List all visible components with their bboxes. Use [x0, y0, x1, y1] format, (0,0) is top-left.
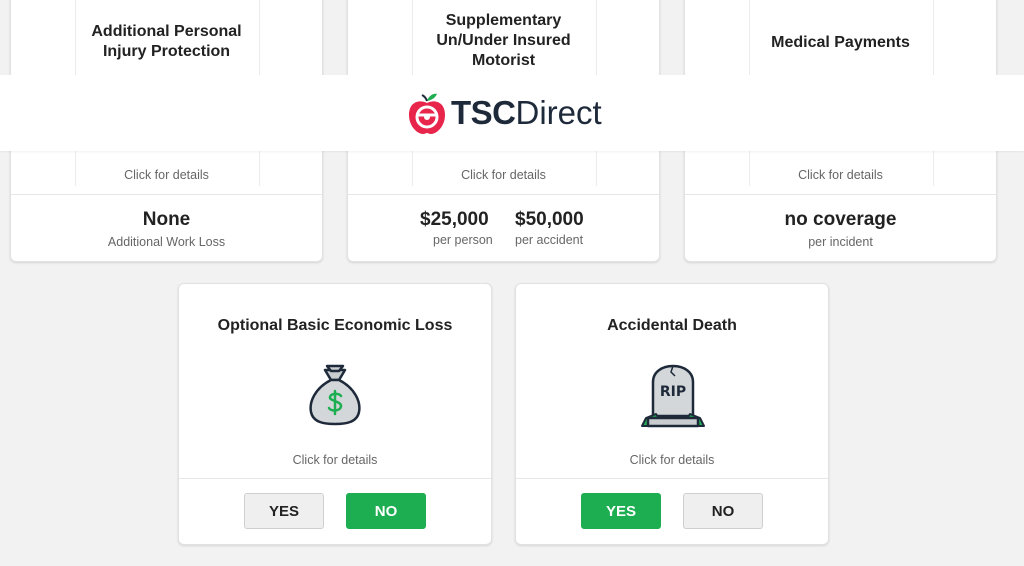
- per-person-limit: $25,000 per person: [420, 209, 493, 247]
- logo-text-bold: TSC: [451, 94, 516, 131]
- coverage-value: None: [142, 209, 191, 230]
- logo-text-light: Direct: [515, 94, 602, 131]
- click-for-details-link[interactable]: Click for details: [348, 168, 659, 182]
- card-accidental-death[interactable]: Accidental Death RIP Click for details Y…: [515, 283, 829, 545]
- card-title: Accidental Death: [607, 317, 737, 334]
- coverage-sub-label: per incident: [808, 235, 873, 249]
- card-title: Additional Personal Injury Protection: [91, 23, 242, 60]
- divider-line: [348, 194, 659, 195]
- per-person-value: $25,000: [420, 209, 489, 230]
- site-header: TSC Direct: [0, 75, 1024, 151]
- click-for-details-link[interactable]: Click for details: [179, 453, 491, 467]
- card-title: Supplementary Un/Under Insured Motorist: [436, 12, 571, 69]
- yes-button[interactable]: YES: [581, 493, 661, 529]
- divider-line: [685, 194, 996, 195]
- per-accident-label: per accident: [515, 233, 584, 247]
- card-title: Medical Payments: [771, 34, 910, 51]
- apple-steering-wheel-icon: [409, 93, 445, 134]
- yes-button[interactable]: YES: [244, 493, 324, 529]
- divider-line: [11, 194, 322, 195]
- rip-text: RIP: [660, 384, 686, 400]
- per-person-label: per person: [433, 233, 493, 247]
- tombstone-icon: RIP: [641, 364, 705, 428]
- click-for-details-link[interactable]: Click for details: [11, 168, 322, 182]
- card-optional-basic-economic-loss[interactable]: Optional Basic Economic Loss Click for d…: [178, 283, 492, 545]
- divider-line: [516, 478, 828, 479]
- divider-line: [179, 478, 491, 479]
- per-accident-value: $50,000: [515, 209, 584, 230]
- coverage-value: no coverage: [784, 209, 897, 230]
- coverage-sub-label: Additional Work Loss: [107, 235, 226, 249]
- card-title: Optional Basic Economic Loss: [217, 317, 453, 334]
- no-button[interactable]: NO: [683, 493, 763, 529]
- tsc-direct-logo[interactable]: TSC Direct: [407, 89, 602, 137]
- no-button[interactable]: NO: [346, 493, 426, 529]
- per-accident-limit: $50,000 per accident: [515, 209, 584, 247]
- money-bag-icon: [309, 364, 361, 426]
- click-for-details-link[interactable]: Click for details: [685, 168, 996, 182]
- click-for-details-link[interactable]: Click for details: [516, 453, 828, 467]
